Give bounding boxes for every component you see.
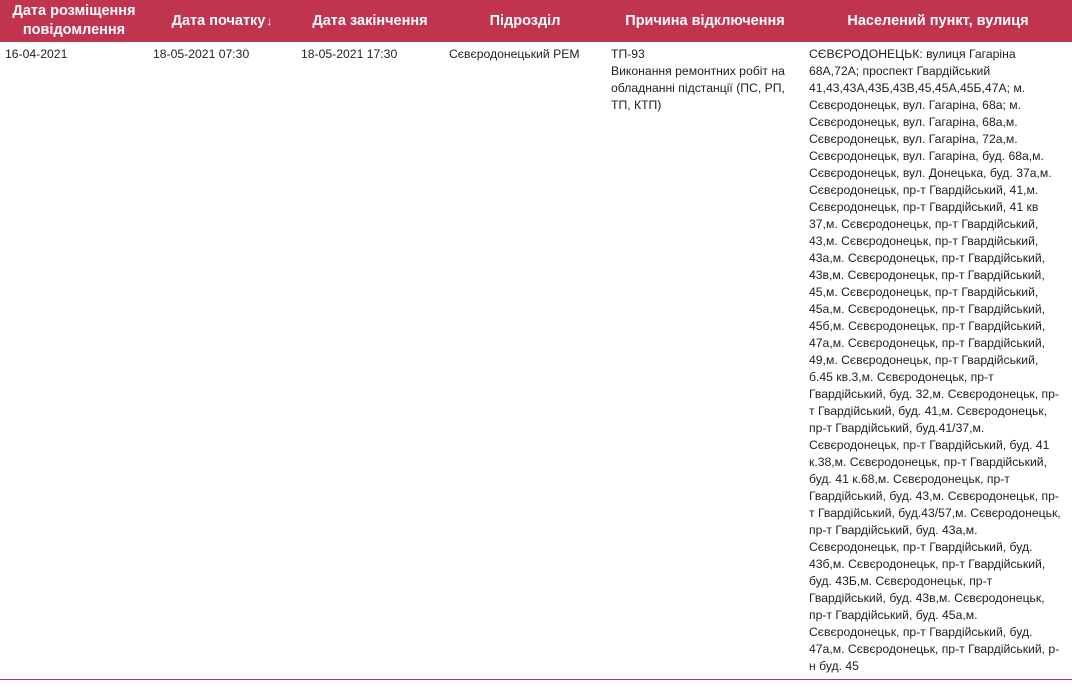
cell-start-date: 18-05-2021 07:30 [153, 47, 250, 61]
table-body: 16-04-2021 18-05-2021 07:30 18-05-2021 1… [0, 42, 1072, 680]
cell-reason: ТП-93 Виконання ремонтних робіт на облад… [606, 42, 804, 680]
sort-arrow-down-icon: ↓ [266, 13, 273, 28]
reason-text: Виконання ремонтних робіт на обладнанні … [611, 64, 785, 112]
table-row: 16-04-2021 18-05-2021 07:30 18-05-2021 1… [0, 42, 1072, 680]
header-reason[interactable]: Причина відключення [606, 0, 804, 42]
header-end-date[interactable]: Дата закінчення [296, 0, 444, 42]
cell-unit: Сєвєродонецький РЕМ [449, 47, 580, 61]
header-row: Дата розміщення повідомлення Дата початк… [0, 0, 1072, 42]
reason-code: ТП-93 [611, 47, 645, 61]
outage-table: Дата розміщення повідомлення Дата початк… [0, 0, 1072, 680]
header-unit[interactable]: Підрозділ [444, 0, 606, 42]
header-message-date[interactable]: Дата розміщення повідомлення [0, 0, 148, 42]
cell-location: СЄВЄРОДОНЕЦЬК: вулиця Гагаріна 68А,72А; … [809, 47, 1061, 673]
cell-end-date: 18-05-2021 17:30 [301, 47, 398, 61]
header-location[interactable]: Населений пункт, вулиця [804, 0, 1072, 42]
table-header: Дата розміщення повідомлення Дата початк… [0, 0, 1072, 42]
cell-message-date: 16-04-2021 [5, 47, 68, 61]
header-start-date[interactable]: Дата початку↓ [148, 0, 296, 42]
